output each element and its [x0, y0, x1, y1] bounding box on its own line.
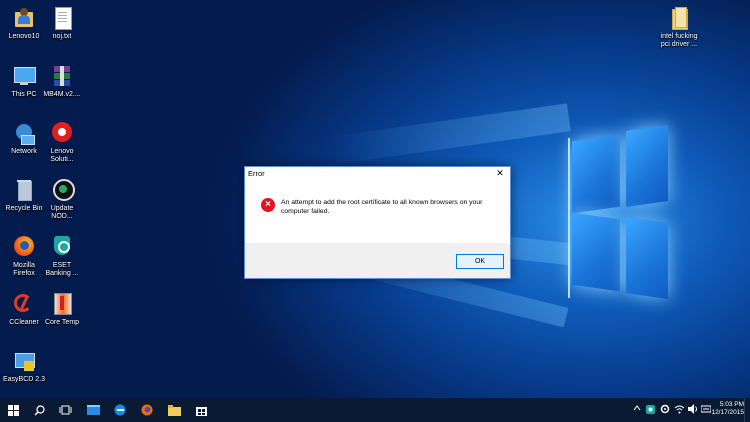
taskbar-clock[interactable]: 5:03 PM 12/17/2015: [711, 401, 744, 417]
taskbar-edge[interactable]: [107, 398, 133, 422]
eset-banking-icon: [50, 235, 74, 259]
windows-logo-pane: [626, 125, 668, 207]
search-button[interactable]: [26, 398, 52, 422]
desktop-icon-update-nod[interactable]: Update NOD...: [38, 178, 86, 221]
show-desktop-button[interactable]: [744, 398, 750, 422]
close-icon[interactable]: ✕: [492, 167, 508, 180]
desktop-icon-noj-txt[interactable]: noj.txt: [38, 6, 86, 41]
task-view-button[interactable]: [52, 398, 78, 422]
desktop-icon-lenovo-solution[interactable]: Lenovo Soluti...: [38, 121, 86, 164]
firefox-icon: [141, 404, 153, 416]
taskbar-folder[interactable]: [161, 398, 187, 422]
task-view-icon: [59, 405, 71, 415]
clock-date: 12/17/2015: [711, 409, 744, 416]
recycle-bin-icon: [12, 178, 36, 202]
chevron-up-icon: [633, 405, 641, 411]
eset-update-icon: [50, 178, 75, 202]
dialog-titlebar[interactable]: Error ✕: [245, 167, 510, 181]
desktop-icon-intel-driver[interactable]: intel fucking pci driver ...: [655, 6, 703, 49]
taskbar-store[interactable]: [188, 398, 214, 422]
light-edge: [568, 138, 570, 298]
computer-icon: [12, 64, 36, 88]
firefox-icon: [12, 235, 36, 259]
desktop: Lenovo10 noj.txt This PC MB4M.v2.... Net…: [0, 0, 750, 398]
dialog-body: × An attempt to add the root certificate…: [245, 181, 510, 243]
light-beam: [329, 103, 571, 165]
desktop-icon-core-temp[interactable]: Core Temp: [38, 292, 86, 327]
taskbar-app[interactable]: [80, 398, 106, 422]
gear-icon: [660, 404, 670, 414]
wifi-icon: [674, 405, 685, 414]
winrar-archive-icon: [50, 64, 74, 88]
dialog-message: An attempt to add the root certificate t…: [281, 199, 483, 215]
tray-input[interactable]: [700, 404, 712, 416]
tray-wifi[interactable]: [674, 404, 685, 416]
clock-time: 5:03 PM: [719, 401, 744, 408]
show-hidden-icons-chevron[interactable]: [633, 404, 641, 416]
taskbar: 5:03 PM 12/17/2015: [0, 398, 750, 422]
store-icon: [195, 407, 207, 416]
desktop-icon-eset-banking[interactable]: ESET Banking ...: [38, 235, 86, 278]
tray-eset[interactable]: [646, 404, 656, 416]
edge-icon: [114, 404, 126, 416]
error-dialog: Error ✕ × An attempt to add the root cer…: [244, 166, 511, 279]
speaker-icon: [688, 404, 697, 414]
folder-icon: [167, 404, 181, 416]
dialog-title: Error: [248, 169, 265, 178]
ccleaner-icon: [12, 292, 36, 316]
windows-logo-pane: [572, 212, 620, 292]
easybcd-icon: [12, 349, 36, 373]
eset-tray-icon: [646, 405, 655, 414]
tray-settings[interactable]: [660, 404, 670, 416]
lenovo-solution-icon: [50, 121, 74, 145]
ok-button[interactable]: OK: [456, 254, 504, 269]
desktop-icon-mb4m[interactable]: MB4M.v2....: [38, 64, 86, 99]
start-icon: [7, 404, 19, 416]
windows-logo-pane: [626, 217, 668, 299]
core-temp-icon: [50, 292, 74, 316]
dialog-footer: OK: [245, 243, 510, 278]
windows-logo-pane: [572, 134, 620, 214]
network-icon: [12, 121, 36, 145]
tray-volume[interactable]: [688, 404, 698, 416]
search-icon: [34, 404, 45, 415]
folder-icon: [667, 6, 691, 30]
file-explorer-icon: [86, 405, 100, 415]
keyboard-icon: [700, 405, 712, 413]
desktop-icon-easybcd[interactable]: EasyBCD 2.3: [0, 349, 48, 384]
start-button[interactable]: [0, 398, 26, 422]
taskbar-firefox[interactable]: [134, 398, 160, 422]
text-file-icon: [50, 6, 74, 30]
user-folder-icon: [12, 6, 36, 30]
error-icon: ×: [261, 198, 275, 212]
